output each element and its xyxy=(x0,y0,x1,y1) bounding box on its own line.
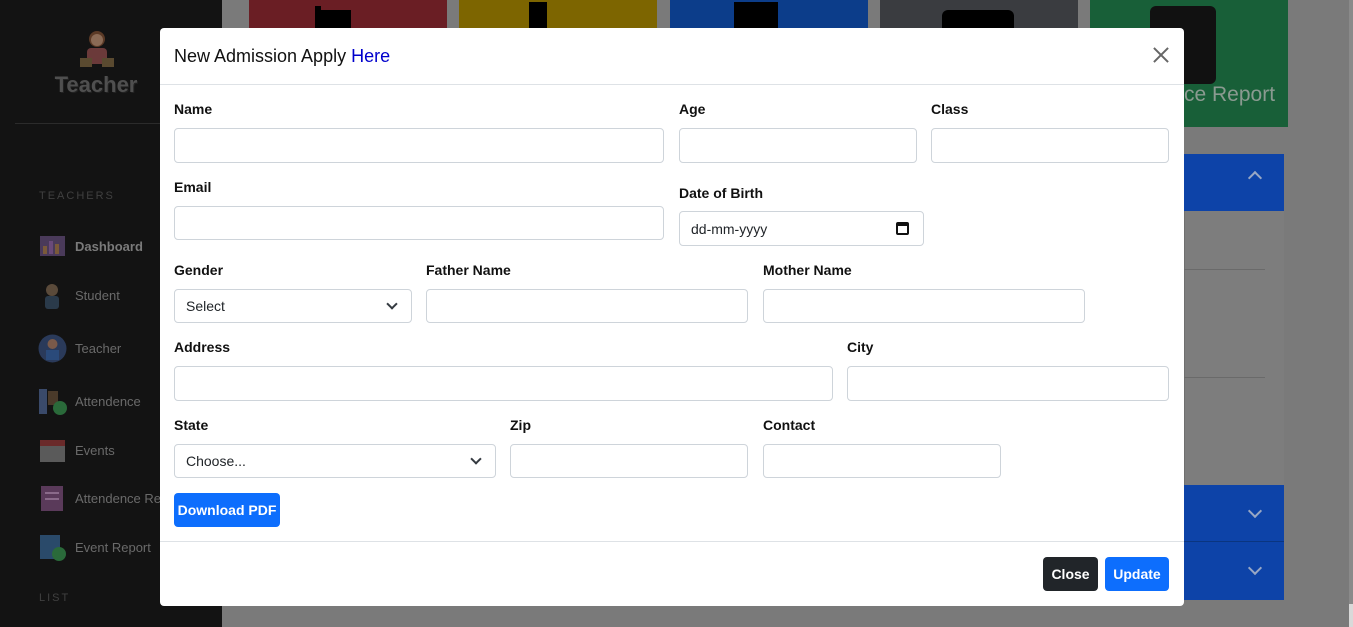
contact-input[interactable] xyxy=(763,444,1001,478)
sidebar-item-label: Dashboard xyxy=(75,238,143,254)
close-button[interactable]: Close xyxy=(1043,557,1098,591)
class-input[interactable] xyxy=(931,128,1169,163)
tile-events[interactable] xyxy=(880,0,1078,28)
state-selected: Choose... xyxy=(186,453,246,469)
section-heading-teachers: TEACHERS xyxy=(39,190,115,202)
student-icon xyxy=(45,283,59,309)
teacher-icon xyxy=(38,334,67,362)
email-label: Email xyxy=(174,179,212,195)
state-label: State xyxy=(174,417,209,433)
calendar-tile-icon xyxy=(942,10,1014,28)
download-pdf-button[interactable]: Download PDF xyxy=(174,493,280,527)
flag-shape xyxy=(321,10,351,28)
close-icon[interactable] xyxy=(1150,44,1172,66)
sidebar-item-label: Events xyxy=(75,442,115,458)
sidebar-item-label: Teacher xyxy=(75,340,122,356)
accordion-body xyxy=(1184,211,1284,485)
accordion-divider xyxy=(1184,377,1265,378)
address-label: Address xyxy=(174,339,231,355)
zip-input[interactable] xyxy=(510,444,748,478)
zip-label: Zip xyxy=(510,417,531,433)
event-report-icon xyxy=(40,534,66,561)
name-input[interactable] xyxy=(174,128,664,163)
tile-report-label: ce Report xyxy=(1184,83,1276,106)
tile-students[interactable] xyxy=(249,0,447,28)
father-name-input[interactable] xyxy=(426,289,748,323)
chevron-down-icon xyxy=(470,453,482,465)
admission-modal: New Admission Apply Here Name Age Class … xyxy=(160,28,1184,606)
page-scrollbar[interactable] xyxy=(1349,0,1353,627)
gender-label: Gender xyxy=(174,262,224,278)
tile-attendance[interactable] xyxy=(670,0,868,28)
sidebar-item-label: Attendence xyxy=(75,393,141,409)
name-label: Name xyxy=(174,101,213,117)
contact-label: Contact xyxy=(763,417,816,433)
attendance-icon xyxy=(39,388,67,415)
sidebar-item-label: Event Report xyxy=(75,539,151,555)
age-label: Age xyxy=(679,101,706,117)
mother-name-input[interactable] xyxy=(763,289,1085,323)
chevron-down-icon xyxy=(386,298,398,310)
state-select[interactable]: Choose... xyxy=(174,444,496,478)
mother-name-label: Mother Name xyxy=(763,262,852,278)
modal-header: New Admission Apply Here xyxy=(160,28,1184,85)
address-input[interactable] xyxy=(174,366,833,401)
gender-selected: Select xyxy=(186,298,225,314)
city-input[interactable] xyxy=(847,366,1169,401)
email-input[interactable] xyxy=(174,206,664,240)
brand-name: Teacher xyxy=(54,72,138,97)
modal-title: New Admission Apply Here xyxy=(174,46,390,67)
accordion-header-2[interactable] xyxy=(1184,485,1284,542)
dob-label: Date of Birth xyxy=(679,185,763,201)
dob-input[interactable]: dd-mm-yyyy xyxy=(679,211,924,246)
sidebar-item-label: Student xyxy=(75,287,120,303)
document-icon xyxy=(734,2,778,28)
book-icon xyxy=(529,2,547,28)
scrollbar-thumb[interactable] xyxy=(1349,0,1353,604)
gender-select[interactable]: Select xyxy=(174,289,412,323)
section-heading-list: LIST xyxy=(39,592,71,604)
modal-title-text: New Admission Apply xyxy=(174,46,352,66)
city-label: City xyxy=(847,339,874,355)
modal-footer: Close Update xyxy=(160,541,1184,606)
teacher-avatar-icon xyxy=(80,31,114,67)
modal-title-accent: Here xyxy=(351,46,391,66)
attendance-report-icon xyxy=(41,485,63,511)
accordion-divider xyxy=(1184,269,1265,270)
tile-teachers[interactable] xyxy=(459,0,657,28)
dob-placeholder: dd-mm-yyyy xyxy=(691,220,768,237)
accordion-header-3[interactable] xyxy=(1184,542,1284,600)
accordion-header-1[interactable] xyxy=(1184,154,1284,211)
dashboard-icon xyxy=(40,235,65,256)
class-label: Class xyxy=(931,101,969,117)
calendar-icon xyxy=(40,439,65,462)
calendar-icon[interactable] xyxy=(896,222,909,235)
father-name-label: Father Name xyxy=(426,262,511,278)
age-input[interactable] xyxy=(679,128,917,163)
update-button[interactable]: Update xyxy=(1105,557,1169,591)
